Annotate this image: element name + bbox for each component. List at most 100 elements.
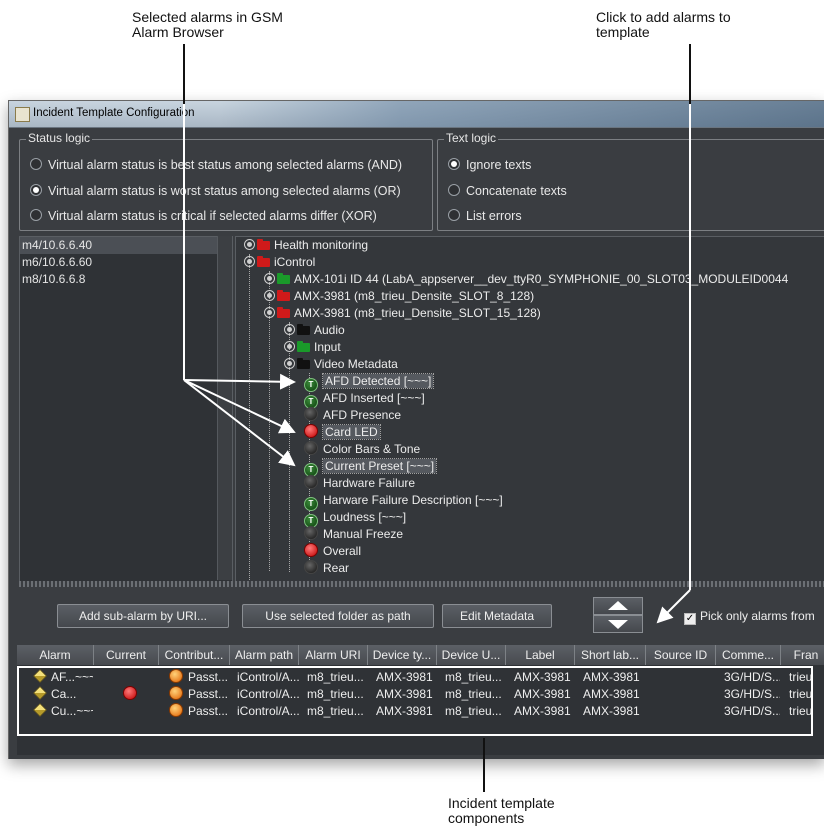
alarm-loudness[interactable]: T Loudness [~~~] (304, 509, 407, 528)
alarm-color-bars[interactable]: Color Bars & Tone (304, 441, 420, 458)
status-dot-icon (304, 441, 318, 455)
radio-and-label: Virtual alarm status is best status amon… (48, 158, 403, 172)
tree-node-icontrol[interactable]: iControl (244, 254, 315, 271)
window-title: Incident Template Configuration (33, 107, 195, 119)
folder-icon (297, 341, 310, 352)
folder-icon (297, 324, 310, 335)
callout-add-alarms: Click to add alarms to template (596, 9, 731, 40)
radio-concat-label: Concatenate texts (466, 184, 567, 198)
alarm-tree: Health monitoring iControl AMX-101i ID 4… (235, 236, 824, 582)
status-dot-icon (304, 407, 318, 421)
tree-label: Card LED (322, 424, 381, 440)
radio-concatenate-texts[interactable]: Concatenate texts (448, 184, 567, 198)
text-logic-group: Text logic Ignore texts Concatenate text… (437, 131, 824, 231)
host-item[interactable]: m4/10.6.6.40 (20, 237, 232, 254)
radio-circle[interactable] (448, 184, 460, 196)
expand-icon[interactable] (244, 239, 255, 250)
status-dot-icon (304, 424, 318, 438)
alarm-rear[interactable]: Rear (304, 560, 349, 577)
alarm-afd-inserted[interactable]: T AFD Inserted [~~~] (304, 390, 425, 409)
col-alarm[interactable]: Alarm (17, 645, 94, 665)
radio-circle[interactable] (448, 209, 460, 221)
tree-label: Hardware Failure (323, 476, 416, 490)
pick-only-label: Pick only alarms from (700, 609, 815, 623)
folder-icon (257, 256, 270, 267)
radio-or[interactable]: Virtual alarm status is worst status amo… (30, 184, 401, 198)
expand-icon[interactable] (284, 341, 295, 352)
radio-list-errors[interactable]: List errors (448, 209, 522, 223)
alarm-afd-presence[interactable]: AFD Presence (304, 407, 401, 424)
use-folder-as-path-button[interactable]: Use selected folder as path (242, 604, 434, 628)
tree-node-amx101[interactable]: AMX-101i ID 44 (LabA_appserver__dev_ttyR… (264, 271, 788, 288)
expand-icon[interactable] (284, 358, 295, 369)
host-item[interactable]: m6/10.6.6.60 (20, 254, 232, 271)
status-dot-icon (304, 543, 318, 557)
radio-xor[interactable]: Virtual alarm status is critical if sele… (30, 209, 377, 223)
title-bar: Incident Template Configuration (9, 101, 824, 128)
move-up-button[interactable] (593, 597, 643, 615)
tree-node-video-metadata[interactable]: Video Metadata (284, 356, 398, 373)
tree-node-health[interactable]: Health monitoring (244, 237, 368, 254)
tree-label: AMX-3981 (m8_trieu_Densite_SLOT_15_128) (294, 306, 541, 320)
col-short-label[interactable]: Short lab... (575, 645, 646, 665)
tree-node-amx3981-8[interactable]: AMX-3981 (m8_trieu_Densite_SLOT_8_128) (264, 288, 534, 305)
radio-ignore-texts[interactable]: Ignore texts (448, 158, 531, 172)
tree-label: Loudness [~~~] (323, 510, 407, 524)
tree-node-input[interactable]: Input (284, 339, 341, 356)
tree-label: Health monitoring (274, 238, 369, 252)
col-source-id[interactable]: Source ID (646, 645, 716, 665)
col-device-uri[interactable]: Device U... (437, 645, 506, 665)
tree-label: AFD Detected [~~~] (321, 373, 435, 389)
tree-node-audio[interactable]: Audio (284, 322, 345, 339)
col-label[interactable]: Label (506, 645, 575, 665)
radio-circle-selected[interactable] (448, 158, 460, 170)
host-item[interactable]: m8/10.6.6.8 (20, 271, 232, 288)
collapse-icon[interactable] (244, 256, 255, 267)
splitter-handle[interactable] (19, 581, 824, 587)
col-device-type[interactable]: Device ty... (368, 645, 437, 665)
add-alarms-button[interactable] (593, 615, 643, 633)
status-logic-group: Status logic Virtual alarm status is bes… (19, 131, 433, 231)
edit-metadata-button[interactable]: Edit Metadata (442, 604, 552, 628)
alarm-afd-detected[interactable]: T AFD Detected [~~~] (304, 373, 435, 392)
host-list-scroll[interactable] (217, 236, 232, 580)
alarm-overall[interactable]: Overall (304, 543, 361, 560)
collapse-icon[interactable] (264, 307, 275, 318)
tree-label: Rear (323, 561, 350, 575)
status-logic-legend: Status logic (26, 131, 93, 145)
alarm-manual-freeze[interactable]: Manual Freeze (304, 526, 403, 543)
tree-node-amx3981-15[interactable]: AMX-3981 (m8_trieu_Densite_SLOT_15_128) (264, 305, 541, 322)
radio-and[interactable]: Virtual alarm status is best status amon… (30, 158, 402, 172)
tree-label: Audio (314, 323, 345, 337)
col-alarm-uri[interactable]: Alarm URI (299, 645, 368, 665)
folder-open-icon (277, 307, 290, 318)
radio-circle-selected[interactable] (30, 184, 42, 196)
col-comment[interactable]: Comme... (716, 645, 781, 665)
col-alarm-path[interactable]: Alarm path (230, 645, 299, 665)
radio-circle[interactable] (30, 158, 42, 170)
radio-circle[interactable] (30, 209, 42, 221)
folder-icon (257, 239, 270, 250)
checkbox-checked-icon[interactable]: ✓ (684, 613, 696, 625)
alarm-hardware-failure[interactable]: Hardware Failure (304, 475, 415, 492)
incident-template-window: Incident Template Configuration Status l… (8, 100, 824, 759)
tree-guide (249, 254, 250, 581)
tree-label: Current Preset [~~~] (321, 458, 438, 474)
status-dot-icon (304, 526, 318, 540)
radio-or-label: Virtual alarm status is worst status amo… (48, 184, 401, 198)
alarm-card-led[interactable]: Card LED (304, 424, 381, 441)
expand-icon[interactable] (264, 273, 275, 284)
col-frame[interactable]: Fran (781, 645, 824, 665)
alarm-harware-failure-desc[interactable]: T Harware Failure Description [~~~] (304, 492, 503, 511)
tree-label: Video Metadata (314, 357, 398, 371)
tree-label: AFD Inserted [~~~] (323, 391, 425, 405)
add-sub-alarm-button[interactable]: Add sub-alarm by URI... (57, 604, 229, 628)
radio-ignore-label: Ignore texts (466, 158, 532, 172)
alarm-current-preset[interactable]: T Current Preset [~~~] (304, 458, 438, 477)
pick-only-checkbox[interactable]: ✓ Pick only alarms from (684, 609, 815, 625)
expand-icon[interactable] (284, 324, 295, 335)
col-current[interactable]: Current (94, 645, 159, 665)
expand-icon[interactable] (264, 290, 275, 301)
template-components-highlight (17, 666, 813, 736)
col-contribution[interactable]: Contribut... (159, 645, 230, 665)
